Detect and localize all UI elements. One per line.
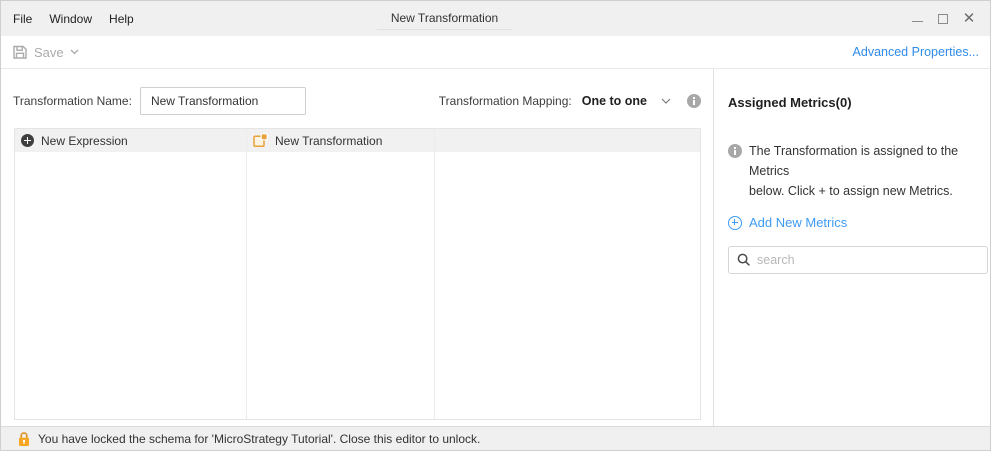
content: Transformation Name: Transformation Mapp… [1,69,990,426]
save-label: Save [34,45,64,60]
mapping-dropdown-value[interactable]: One to one [582,94,647,108]
window-title: New Transformation [377,8,512,30]
metrics-info-text: The Transformation is assigned to the Me… [749,141,988,201]
transformation-mapping-group: Transformation Mapping: One to one [439,94,701,108]
plus-circle-icon [728,216,742,230]
lock-icon [17,431,31,447]
mapping-info-icon[interactable] [687,94,701,108]
expression-column-body[interactable] [15,152,246,419]
metrics-search-input[interactable] [757,253,979,267]
window-controls: ✕ [904,1,982,36]
maximize-icon [938,14,948,24]
metrics-info-row: The Transformation is assigned to the Me… [728,141,988,201]
transformation-name-input[interactable] [140,87,306,115]
column-label: New Expression [41,134,128,148]
transformation-mapping-label: Transformation Mapping: [439,94,572,108]
metrics-search-box[interactable] [728,246,988,274]
metrics-info-line: The Transformation is assigned to the Me… [749,141,988,181]
menu-file[interactable]: File [12,10,33,28]
add-circle-icon[interactable] [21,134,34,147]
minimize-icon [912,21,923,22]
assigned-metrics-heading: Assigned Metrics(0) [728,95,988,110]
empty-column-body [434,152,700,419]
menu-bar: File Window Help [1,10,135,28]
close-icon: ✕ [963,11,976,26]
transformation-name-label: Transformation Name: [13,94,132,108]
save-chevron-down-icon [70,49,79,55]
statusbar-message: You have locked the schema for 'MicroStr… [38,432,480,446]
maximize-button[interactable] [930,1,956,36]
search-icon [737,253,751,267]
column-label: New Transformation [275,134,382,148]
transformation-grid: New Expression New Transformation [14,128,701,420]
advanced-properties-link[interactable]: Advanced Properties... [853,45,979,59]
titlebar: File Window Help New Transformation ✕ [1,1,990,36]
info-icon [728,144,742,158]
add-new-metrics-label: Add New Metrics [749,215,847,230]
column-header-new-expression[interactable]: New Expression [15,129,246,152]
transformation-column-body[interactable] [246,152,434,419]
column-header-new-transformation[interactable]: New Transformation [246,129,434,152]
toolbar: Save Advanced Properties... [1,36,990,69]
assigned-metrics-panel: Assigned Metrics(0) The Transformation i… [713,69,991,426]
main-editor: Transformation Name: Transformation Mapp… [1,69,713,426]
minimize-button[interactable] [904,1,930,36]
transformation-editor-window: File Window Help New Transformation ✕ Sa… [0,0,991,451]
save-icon [12,44,28,60]
transformation-form-row: Transformation Name: Transformation Mapp… [13,87,701,115]
metrics-info-line: below. Click + to assign new Metrics. [749,181,988,201]
transformation-icon [253,133,268,148]
close-button[interactable]: ✕ [956,1,982,36]
grid-header: New Expression New Transformation [15,129,700,152]
mapping-chevron-down-icon[interactable] [661,98,671,104]
statusbar: You have locked the schema for 'MicroStr… [1,426,990,450]
menu-help[interactable]: Help [108,10,135,28]
column-header-empty [434,129,700,152]
add-new-metrics-link[interactable]: Add New Metrics [728,215,847,230]
save-button[interactable]: Save [12,44,79,60]
grid-body [15,152,700,419]
menu-window[interactable]: Window [48,10,93,28]
